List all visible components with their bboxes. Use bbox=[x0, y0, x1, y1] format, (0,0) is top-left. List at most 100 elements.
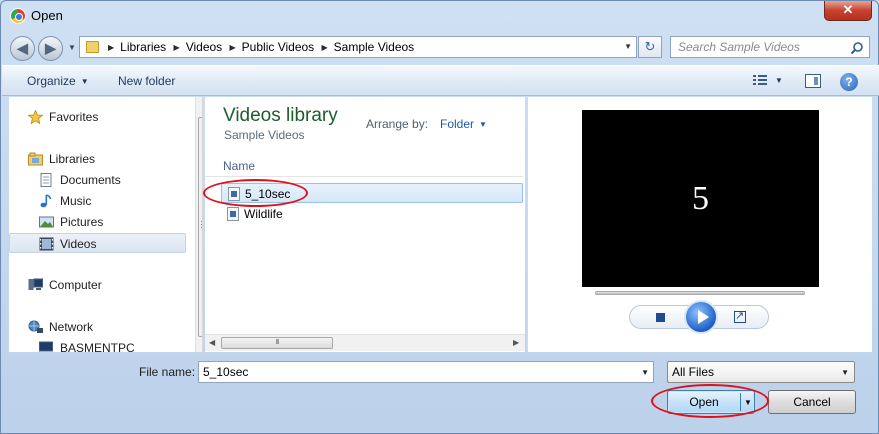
pc-icon bbox=[39, 341, 53, 352]
sidebar-item-music[interactable]: Music bbox=[9, 191, 186, 211]
scroll-right-icon[interactable]: ▶ bbox=[513, 338, 519, 347]
arrange-by-label: Arrange by: bbox=[366, 117, 429, 131]
breadcrumb-sample-videos[interactable]: Sample Videos bbox=[334, 40, 415, 54]
back-button[interactable]: ◀ bbox=[10, 36, 35, 61]
search-input[interactable]: Search Sample Videos bbox=[670, 36, 870, 58]
window-title: Open bbox=[31, 8, 63, 23]
music-icon bbox=[40, 194, 52, 208]
library-subtitle: Sample Videos bbox=[224, 128, 305, 142]
open-dialog: Open ✕ ◀ ▶ ▼ ▶ Libraries ▶ Videos ▶ Public … bbox=[0, 0, 879, 434]
view-options-chevron-icon[interactable]: ▼ bbox=[775, 76, 783, 85]
file-row-wildlife[interactable]: Wildlife bbox=[221, 204, 523, 224]
file-name: Wildlife bbox=[244, 207, 283, 221]
play-icon[interactable] bbox=[684, 300, 718, 334]
file-name-dropdown-icon[interactable]: ▼ bbox=[641, 368, 649, 377]
file-type-value: All Files bbox=[672, 365, 715, 379]
media-controls bbox=[629, 300, 769, 334]
breadcrumb-separator-icon[interactable]: ▶ bbox=[174, 43, 180, 52]
sidebar-item-network[interactable]: Network bbox=[9, 317, 186, 337]
file-list-pane: Videos library Sample Videos Arrange by:… bbox=[205, 97, 525, 352]
breadcrumb-separator-icon[interactable]: ▶ bbox=[230, 43, 236, 52]
arrange-by-value: Folder bbox=[440, 117, 475, 131]
libraries-icon bbox=[28, 152, 43, 166]
scrollbar-thumb[interactable] bbox=[198, 117, 202, 337]
refresh-button[interactable]: ↻ bbox=[638, 36, 662, 58]
sidebar-item-label: Libraries bbox=[49, 152, 96, 166]
scroll-left-icon[interactable]: ◀ bbox=[209, 338, 215, 347]
horizontal-scrollbar[interactable]: ◀ III ▶ bbox=[205, 334, 525, 351]
open-button[interactable]: Open ▼ bbox=[667, 390, 755, 414]
open-in-player-icon[interactable] bbox=[734, 309, 746, 323]
pictures-icon bbox=[39, 216, 54, 228]
scrollbar-thumb[interactable]: III bbox=[221, 337, 333, 349]
organize-button[interactable]: Organize ▼ bbox=[27, 74, 89, 88]
title-bar: Open ✕ bbox=[1, 1, 878, 31]
sidebar-item-label: Music bbox=[60, 194, 92, 208]
file-name-label: File name: bbox=[139, 365, 196, 379]
sidebar-item-label: Documents bbox=[60, 173, 121, 187]
library-title: Videos library bbox=[223, 105, 338, 126]
arrange-by-dropdown[interactable]: Folder ▼ bbox=[440, 117, 487, 131]
folder-icon bbox=[86, 41, 99, 53]
column-header: Name bbox=[205, 155, 523, 177]
navigation-pane: Favorites Libraries Documents Music Pict… bbox=[9, 97, 203, 352]
chevron-down-icon: ▼ bbox=[80, 77, 89, 86]
sidebar-item-computer[interactable]: Computer bbox=[9, 275, 186, 295]
breadcrumb-libraries[interactable]: Libraries bbox=[120, 40, 166, 54]
forward-button[interactable]: ▶ bbox=[38, 36, 63, 61]
video-icon bbox=[39, 237, 54, 251]
file-name-value: 5_10sec bbox=[203, 365, 249, 379]
sidebar-item-label: Computer bbox=[49, 278, 102, 292]
seek-bar[interactable] bbox=[595, 291, 805, 295]
command-bar: Organize ▼ New folder ▼ ? bbox=[2, 65, 879, 96]
file-name-field[interactable]: 5_10sec ▼ bbox=[198, 361, 654, 383]
preview-pane: 5 bbox=[527, 97, 872, 352]
grip-icon bbox=[201, 221, 202, 228]
sidebar-item-label: Favorites bbox=[49, 110, 99, 124]
chevron-down-icon: ▼ bbox=[479, 120, 487, 129]
sidebar-item-videos[interactable]: Videos bbox=[9, 233, 186, 253]
column-header-name[interactable]: Name bbox=[223, 159, 255, 173]
chrome-icon bbox=[10, 8, 26, 24]
sidebar-item-libraries[interactable]: Libraries bbox=[9, 149, 186, 169]
search-icon[interactable] bbox=[850, 41, 864, 55]
organize-label: Organize bbox=[27, 74, 76, 88]
address-bar[interactable]: ▶ Libraries ▶ Videos ▶ Public Videos ▶ Sampl… bbox=[79, 36, 637, 58]
sidebar-item-pictures[interactable]: Pictures bbox=[9, 212, 186, 232]
help-icon[interactable]: ? bbox=[840, 73, 858, 91]
breadcrumb-public-videos[interactable]: Public Videos bbox=[242, 40, 315, 54]
video-file-icon bbox=[228, 187, 240, 201]
change-view-icon[interactable] bbox=[753, 74, 767, 86]
split-divider bbox=[740, 393, 741, 411]
video-preview: 5 bbox=[582, 110, 819, 287]
star-icon bbox=[28, 110, 43, 124]
breadcrumb: ▶ Libraries ▶ Videos ▶ Public Videos ▶ Sampl… bbox=[104, 40, 414, 54]
network-icon bbox=[28, 320, 43, 333]
breadcrumb-videos[interactable]: Videos bbox=[186, 40, 222, 54]
cancel-button[interactable]: Cancel bbox=[768, 390, 856, 414]
sidebar-item-basmentpc[interactable]: BASMENTPC bbox=[9, 338, 186, 352]
open-button-label: Open bbox=[689, 395, 719, 409]
new-folder-button[interactable]: New folder bbox=[118, 74, 175, 88]
computer-icon bbox=[28, 278, 43, 290]
breadcrumb-separator-icon[interactable]: ▶ bbox=[108, 43, 114, 52]
address-dropdown-icon[interactable]: ▼ bbox=[624, 42, 632, 51]
preview-pane-icon[interactable] bbox=[805, 74, 821, 88]
video-file-icon bbox=[227, 207, 239, 221]
recent-pages-dropdown[interactable]: ▼ bbox=[68, 43, 76, 52]
file-name: 5_10sec bbox=[245, 187, 291, 201]
file-type-select[interactable]: All Files ▼ bbox=[667, 361, 855, 383]
document-icon bbox=[40, 173, 52, 187]
open-options-chevron-icon[interactable]: ▼ bbox=[744, 392, 752, 414]
breadcrumb-separator-icon[interactable]: ▶ bbox=[322, 43, 328, 52]
sidebar-item-documents[interactable]: Documents bbox=[9, 170, 186, 190]
file-row-5-10sec[interactable]: 5_10sec bbox=[221, 183, 523, 203]
sidebar-item-label: Pictures bbox=[60, 215, 104, 229]
search-placeholder: Search Sample Videos bbox=[678, 40, 800, 54]
close-button[interactable]: ✕ bbox=[824, 1, 872, 21]
stop-icon[interactable] bbox=[656, 313, 665, 322]
sidebar-item-label: Network bbox=[49, 320, 94, 334]
navigation-scrollbar[interactable] bbox=[195, 97, 202, 352]
sidebar-item-favorites[interactable]: Favorites bbox=[9, 107, 186, 127]
sidebar-item-label: BASMENTPC bbox=[60, 341, 135, 352]
